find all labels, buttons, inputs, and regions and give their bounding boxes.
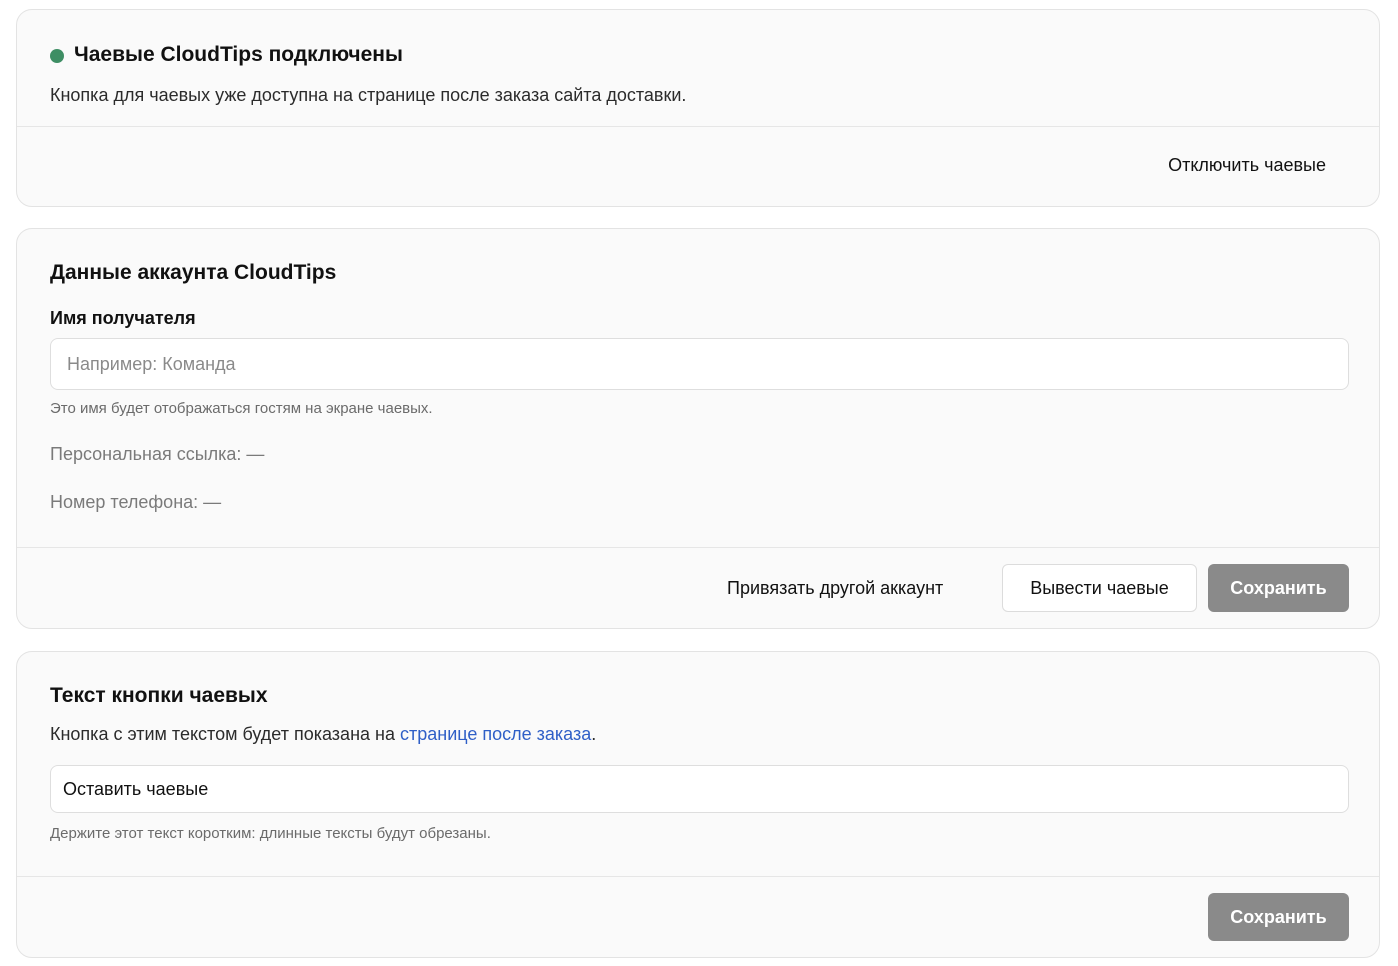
disable-tips-button[interactable]: Отключить чаевые	[1168, 155, 1326, 176]
status-title: Чаевые CloudTips подключены	[74, 43, 403, 66]
recipient-label: Имя получателя	[50, 308, 196, 328]
personal-link-readout: Персональная ссылка: —	[50, 444, 265, 464]
button-text-card-title: Текст кнопки чаевых	[50, 684, 268, 707]
description-prefix: Кнопка с этим текстом будет показана на	[50, 724, 400, 744]
button-text-hint: Держите этот текст коротким: длинные тек…	[50, 825, 491, 842]
after-order-page-link[interactable]: странице после заказа	[400, 724, 591, 744]
status-description: Кнопка для чаевых уже доступна на страни…	[50, 85, 687, 105]
recipient-hint: Это имя будет отображаться гостям на экр…	[50, 400, 433, 417]
withdraw-tips-button[interactable]: Вывести чаевые	[1002, 564, 1197, 612]
save-account-button[interactable]: Сохранить	[1208, 564, 1349, 612]
account-card-title: Данные аккаунта CloudTips	[50, 261, 337, 284]
divider	[17, 547, 1379, 548]
link-another-account-button[interactable]: Привязать другой аккаунт	[727, 578, 943, 599]
description-suffix: .	[591, 724, 597, 744]
divider	[17, 126, 1379, 127]
button-text-card: Текст кнопки чаевых Кнопка с этим тексто…	[16, 651, 1380, 958]
account-card: Данные аккаунта CloudTips Имя получателя…	[16, 228, 1380, 629]
phone-readout: Номер телефона: —	[50, 492, 222, 512]
button-text-input[interactable]	[50, 765, 1349, 813]
recipient-name-input[interactable]	[50, 338, 1349, 390]
save-button-text-button[interactable]: Сохранить	[1208, 893, 1349, 941]
divider	[17, 876, 1379, 877]
button-text-description: Кнопка с этим текстом будет показана на …	[50, 724, 596, 745]
tips-status-card: Чаевые CloudTips подключены Кнопка для ч…	[16, 9, 1380, 207]
status-indicator-icon	[50, 49, 64, 63]
